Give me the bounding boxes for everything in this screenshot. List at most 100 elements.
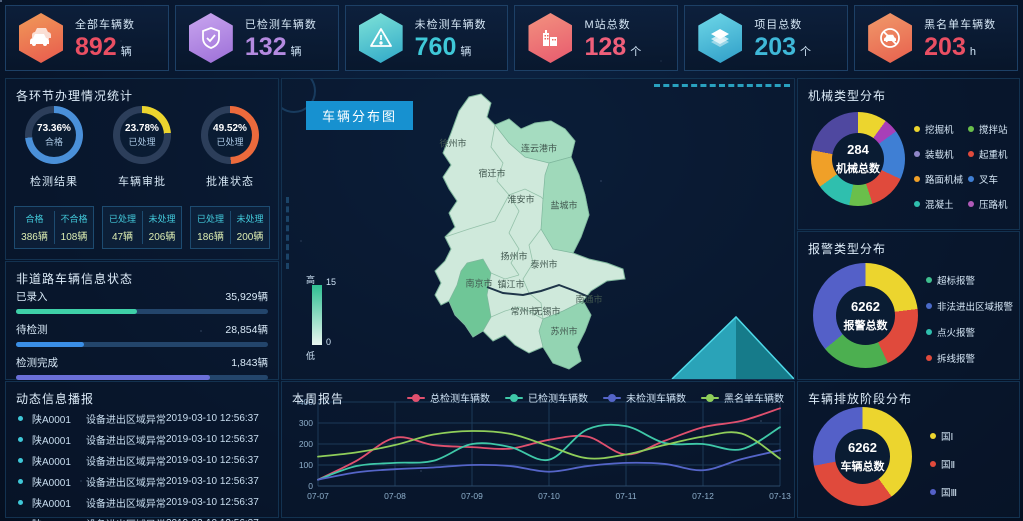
progress-fill bbox=[16, 309, 137, 314]
station-icon bbox=[528, 13, 572, 63]
legend-item[interactable]: 起重机 bbox=[968, 147, 1020, 161]
stat-label: 项目总数 bbox=[754, 16, 811, 32]
legend-item[interactable]: 混凝土 bbox=[914, 197, 966, 211]
legend-item[interactable]: 国Ⅲ bbox=[930, 485, 957, 499]
legend-item[interactable]: 挖掘机 bbox=[914, 122, 966, 136]
progress-row: 已录入35,929辆 bbox=[16, 289, 268, 314]
legend-dot-icon bbox=[926, 277, 932, 283]
emission-donut-chart[interactable] bbox=[813, 407, 912, 506]
stat-label: 已检测车辆数 bbox=[245, 16, 317, 32]
panel-title: 非道路车辆信息状态 bbox=[16, 270, 133, 287]
col-header: 已处理 bbox=[191, 211, 230, 227]
legend-dot-icon bbox=[930, 433, 936, 439]
table-group: 已处理 未处理 186辆 200辆 bbox=[190, 206, 270, 249]
alarm-donut-chart[interactable] bbox=[813, 263, 918, 368]
legend-item[interactable]: 搅拌站 bbox=[968, 122, 1020, 136]
legend-item[interactable]: 未检测车辆数 bbox=[603, 390, 686, 405]
panel-title: 本周报告 bbox=[292, 390, 344, 407]
col-value: 386辆 bbox=[15, 227, 54, 244]
stat-label: 黑名单车辆数 bbox=[924, 16, 996, 32]
legend-item[interactable]: 装载机 bbox=[914, 147, 966, 161]
bar-label: 检测完成 bbox=[16, 355, 58, 370]
stat-card-checked-vehicles: 已检测车辆数 132辆 bbox=[175, 5, 339, 71]
stat-unit: 个 bbox=[800, 46, 811, 58]
gauge-ring: 49.52%已处理 bbox=[201, 106, 259, 164]
machine-donut-chart[interactable] bbox=[811, 112, 905, 206]
feed-time: 2019-03-10 12:56:37 bbox=[166, 413, 272, 424]
triangle-decor bbox=[672, 317, 794, 379]
legend-item[interactable]: 叉车 bbox=[968, 172, 1020, 186]
legend-item[interactable]: 超标报警 bbox=[926, 273, 1013, 287]
gauge-label: 批准状态 bbox=[206, 173, 254, 189]
legend-item[interactable]: 非法进出区域报警 bbox=[926, 299, 1013, 313]
legend-item[interactable]: 压路机 bbox=[968, 197, 1020, 211]
feed-plate: 陕A0001 bbox=[32, 516, 86, 521]
feed-time: 2019-03-10 12:56:37 bbox=[166, 497, 272, 508]
gauge-percent: 23.78% bbox=[125, 123, 159, 134]
svg-text:07-12: 07-12 bbox=[692, 491, 714, 501]
legend-item[interactable]: 国Ⅰ bbox=[930, 429, 957, 443]
col-header: 已处理 bbox=[103, 211, 142, 227]
stat-value: 203 bbox=[924, 33, 966, 61]
stat-card-projects: 项目总数 203 个 bbox=[684, 5, 848, 71]
map-title-badge[interactable]: 车辆分布图 bbox=[306, 101, 413, 130]
legend-line-icon bbox=[603, 394, 621, 402]
svg-text:07-07: 07-07 bbox=[307, 491, 329, 501]
feed-plate: 陕A0001 bbox=[32, 432, 86, 447]
list-item: 陕A0001设备进出区域异常2019-03-10 12:56:37 bbox=[18, 495, 272, 510]
starfield-decor bbox=[0, 0, 2, 2]
legend-dot-icon bbox=[914, 126, 920, 132]
legend-item[interactable]: 总检测车辆数 bbox=[407, 390, 490, 405]
legend-item[interactable]: 黑名单车辆数 bbox=[701, 390, 784, 405]
stat-unit: 辆 bbox=[121, 46, 132, 58]
feed-time: 2019-03-10 12:56:37 bbox=[166, 455, 272, 466]
legend-line-icon bbox=[505, 394, 523, 402]
map-city-label: 无锡市 bbox=[533, 305, 560, 318]
stat-value: 203 bbox=[754, 33, 796, 61]
no-car-icon bbox=[868, 13, 912, 63]
chart-legend: 超标报警非法进出区域报警点火报警拆线报警 bbox=[926, 273, 1013, 365]
legend-dot-icon bbox=[914, 151, 920, 157]
svg-text:07-08: 07-08 bbox=[384, 491, 406, 501]
progress-fill bbox=[16, 375, 210, 380]
bar-label: 待检测 bbox=[16, 322, 48, 337]
panel-machine-types: 机械类型分布 284 机械总数 挖掘机搅拌站装载机起重机路面机械叉车混凝土压路机 bbox=[797, 78, 1020, 230]
gauge-ring: 73.36%合格 bbox=[25, 106, 83, 164]
map-city-label: 南京市 bbox=[465, 277, 492, 290]
panel-title: 机械类型分布 bbox=[808, 87, 886, 104]
map-city-label: 南通市 bbox=[575, 293, 602, 306]
map-city-label: 苏州市 bbox=[550, 325, 577, 338]
gauge-percent: 73.36% bbox=[37, 123, 71, 134]
progress-track bbox=[16, 309, 268, 314]
list-item: 陕A0001设备进出区域异常2019-03-10 12:56:37 bbox=[18, 474, 272, 489]
col-header: 未处理 bbox=[142, 211, 181, 227]
legend-item[interactable]: 已检测车辆数 bbox=[505, 390, 588, 405]
feed-plate: 陕A0001 bbox=[32, 495, 86, 510]
gauge-row: 73.36%合格 检测结果 23.78%已处理 车辆审批 49.52%已处理 批… bbox=[10, 106, 274, 189]
chart-legend: 总检测车辆数已检测车辆数未检测车辆数黑名单车辆数 bbox=[407, 390, 784, 405]
panel-title: 报警类型分布 bbox=[808, 240, 886, 257]
feed-plate: 陕A0001 bbox=[32, 474, 86, 489]
legend-dot-icon bbox=[926, 303, 932, 309]
legend-dot-icon bbox=[968, 176, 974, 182]
bar-value: 35,929辆 bbox=[225, 289, 268, 304]
legend-item[interactable]: 国Ⅱ bbox=[930, 457, 957, 471]
panel-vehicle-map: 车辆分布图 徐州市连云港市宿迁市淮安市盐城市扬州市泰州市南京市镇江市常 bbox=[281, 78, 795, 380]
panel-title: 车辆排放阶段分布 bbox=[808, 390, 912, 407]
feed-plate: 陕A0001 bbox=[32, 411, 86, 426]
legend-item[interactable]: 路面机械 bbox=[914, 172, 966, 186]
panel-alarm-types: 报警类型分布 6262 报警总数 超标报警非法进出区域报警点火报警拆线报警 bbox=[797, 231, 1020, 380]
svg-text:0: 0 bbox=[308, 481, 313, 491]
legend-item[interactable]: 拆线报警 bbox=[926, 351, 1013, 365]
legend-item[interactable]: 点火报警 bbox=[926, 325, 1013, 339]
gauge-ring: 23.78%已处理 bbox=[113, 106, 171, 164]
legend-dot-icon bbox=[914, 176, 920, 182]
panel-title: 各环节办理情况统计 bbox=[16, 87, 133, 104]
warning-icon bbox=[359, 13, 403, 63]
stats-row: 全部车辆数 892辆 已检测车辆数 132辆 未检测车辆数 760辆 bbox=[5, 5, 1018, 71]
legend-dot-icon bbox=[930, 461, 936, 467]
gauge-label: 检测结果 bbox=[30, 173, 78, 189]
svg-text:100: 100 bbox=[299, 460, 313, 470]
svg-text:07-11: 07-11 bbox=[615, 491, 636, 501]
bullet-icon bbox=[18, 458, 23, 463]
